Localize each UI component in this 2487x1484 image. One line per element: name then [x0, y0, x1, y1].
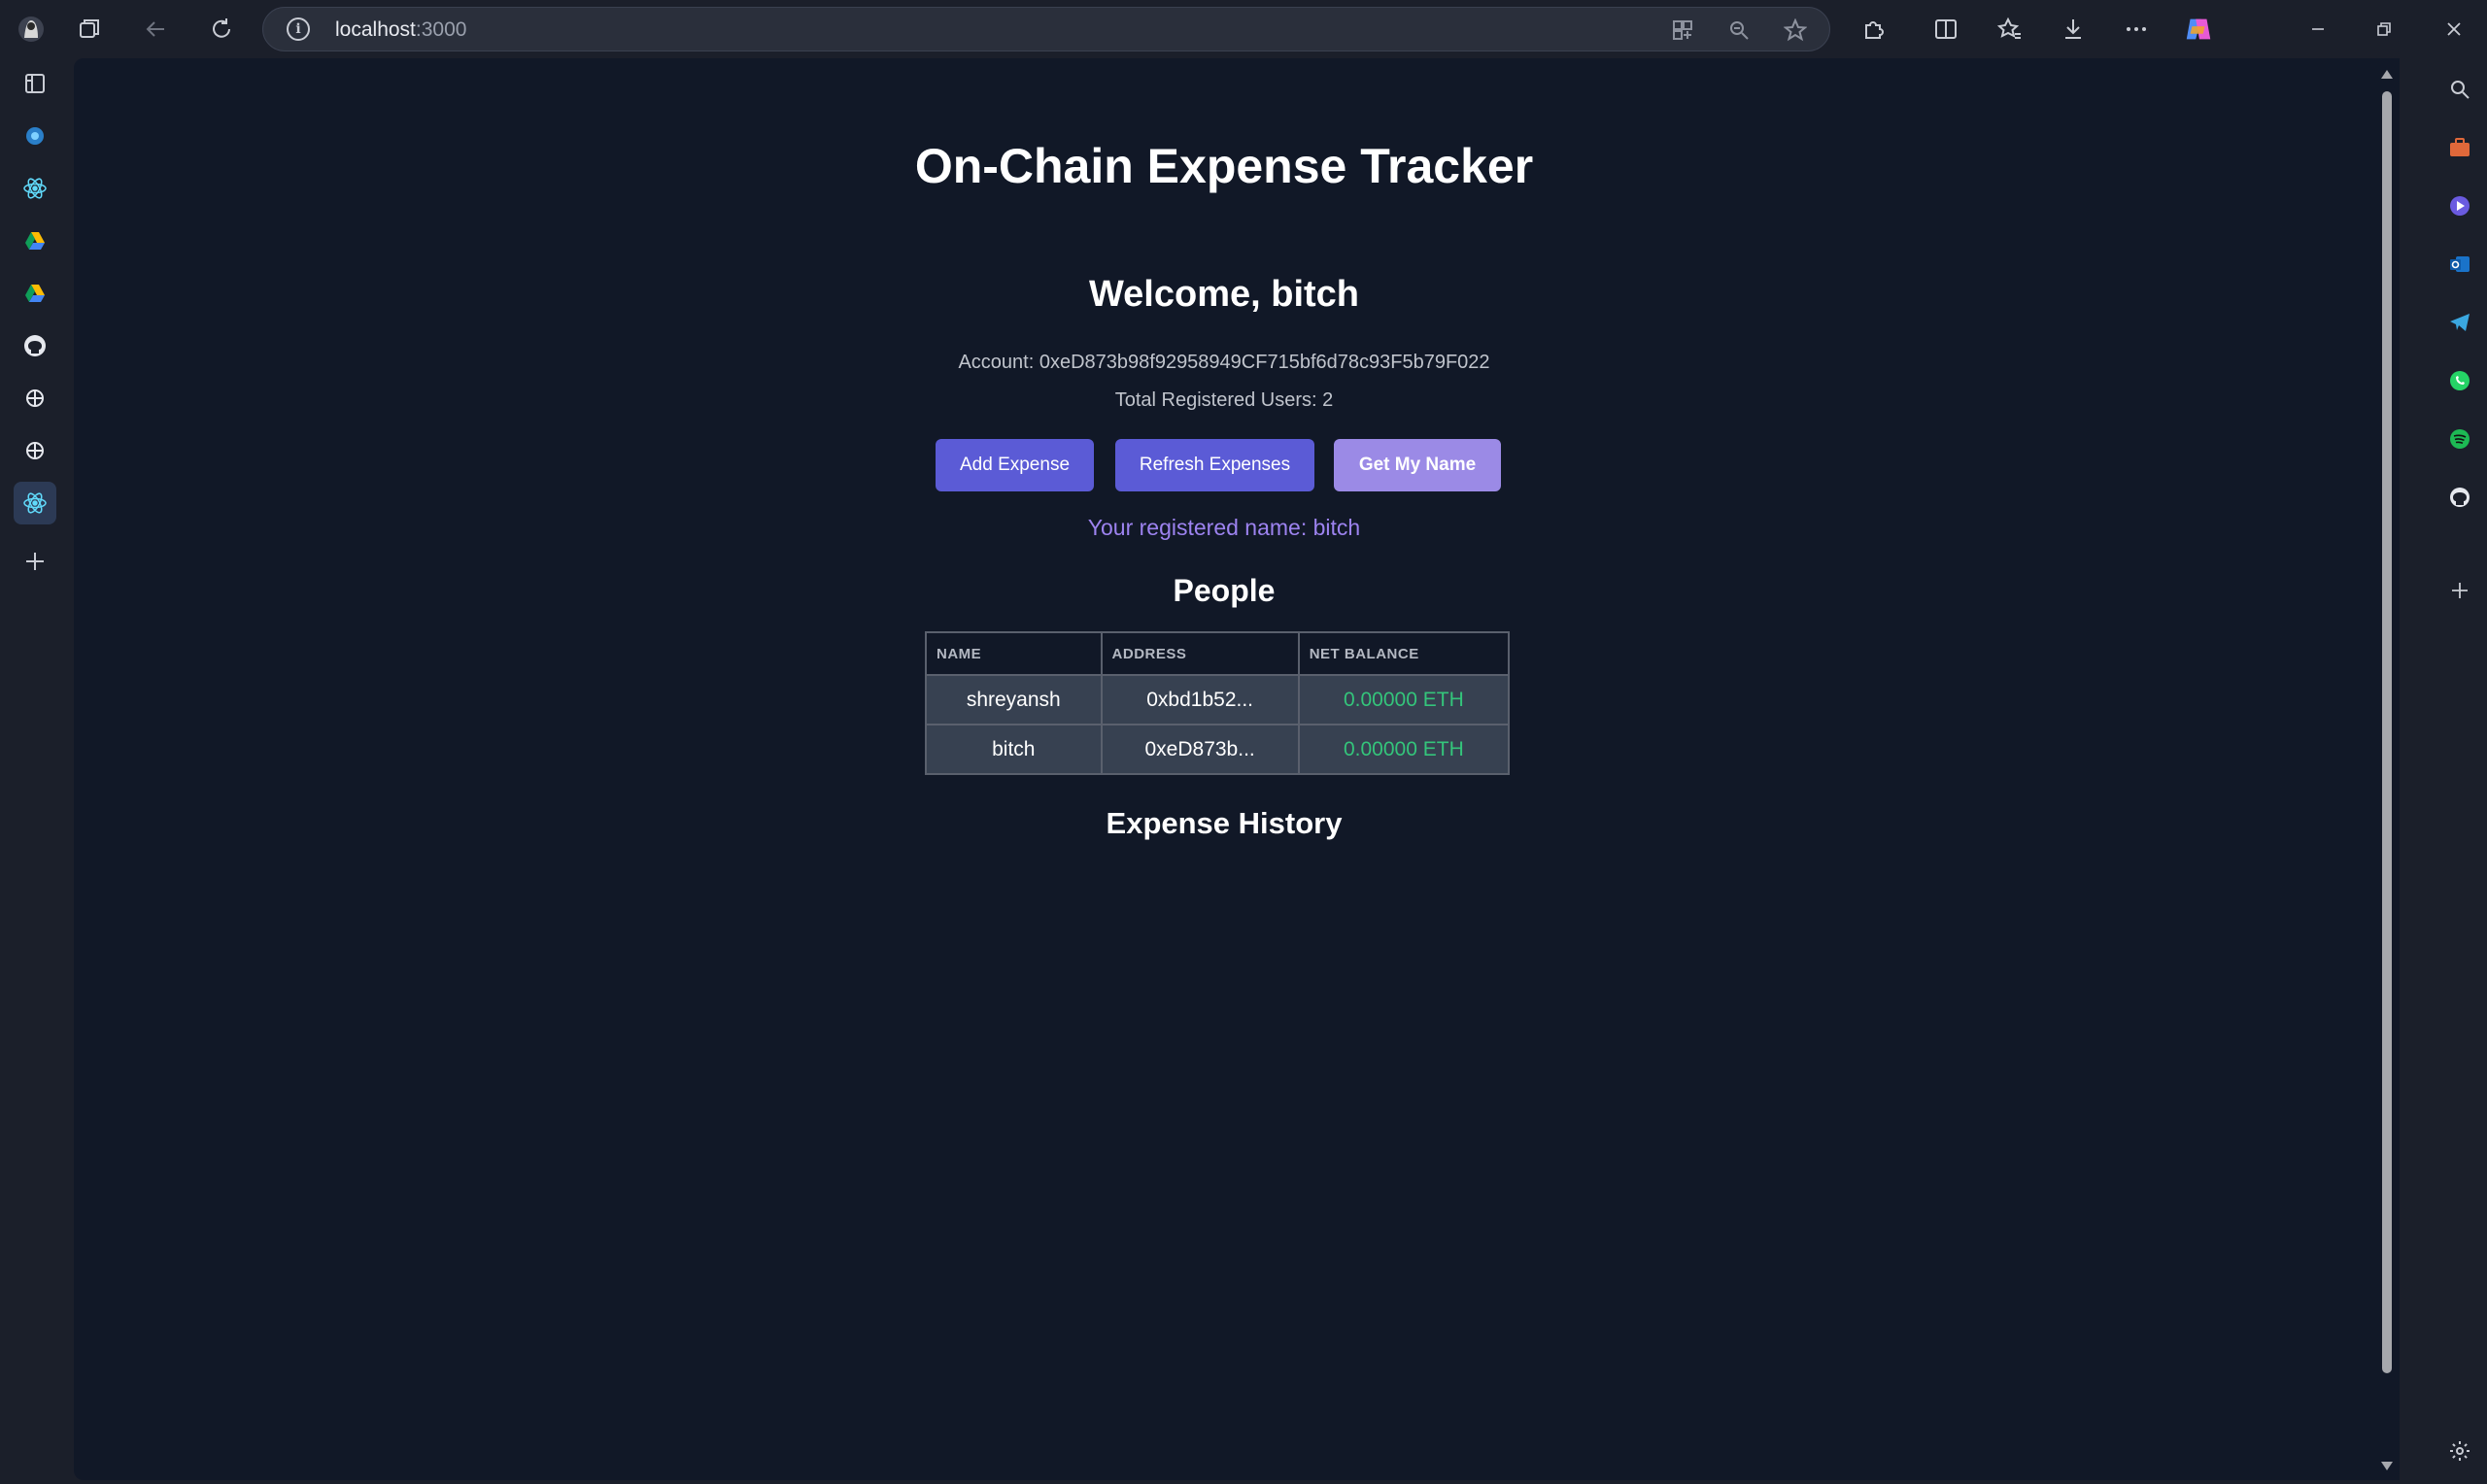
- column-header-address: ADDRESS: [1100, 631, 1300, 676]
- app-available-icon[interactable]: [1668, 16, 1697, 45]
- column-header-net-balance: NET BALANCE: [1297, 631, 1511, 676]
- browser-toolbar: i localhost:3000: [0, 0, 2487, 58]
- sidebar-settings-icon[interactable]: [2444, 1435, 2475, 1467]
- page-viewport: On-Chain Expense Tracker Welcome, bitch …: [74, 58, 2400, 1480]
- edge-sidebar: [2433, 58, 2487, 1484]
- tab-favicon-react-active-icon[interactable]: [14, 482, 56, 524]
- restore-icon[interactable]: [2368, 14, 2400, 45]
- person-address: 0xbd1b52...: [1100, 674, 1300, 725]
- tab-actions-icon[interactable]: [14, 62, 56, 105]
- column-header-name: NAME: [925, 631, 1103, 676]
- tab-favicon-network-icon[interactable]: [14, 115, 56, 157]
- new-tab-icon[interactable]: [14, 540, 56, 583]
- page-title: On-Chain Expense Tracker: [914, 139, 1534, 193]
- split-screen-icon[interactable]: [1930, 14, 1961, 45]
- outlook-icon[interactable]: [2444, 249, 2475, 280]
- copilot-icon[interactable]: [2183, 14, 2214, 45]
- telegram-icon[interactable]: [2444, 307, 2475, 338]
- refresh-icon[interactable]: [206, 14, 237, 45]
- copilot-app-icon[interactable]: [2444, 190, 2475, 221]
- get-my-name-button[interactable]: Get My Name: [1334, 439, 1501, 491]
- spotify-icon[interactable]: [2444, 423, 2475, 455]
- tab-favicon-react-icon[interactable]: [14, 167, 56, 210]
- profile-avatar[interactable]: [16, 14, 47, 45]
- table-row: bitch 0xeD873b... 0.00000 ETH: [925, 724, 1511, 775]
- person-address: 0xeD873b...: [1100, 724, 1300, 775]
- scroll-down-arrow-icon[interactable]: [2381, 1462, 2393, 1470]
- expense-history-heading: Expense History: [1106, 806, 1343, 840]
- page-scrollbar[interactable]: [2374, 58, 2400, 1480]
- scrollbar-thumb[interactable]: [2382, 91, 2392, 1373]
- tab-favicon-drive-icon-2[interactable]: [14, 272, 56, 315]
- workspaces-icon[interactable]: [75, 14, 106, 45]
- back-icon[interactable]: [140, 14, 171, 45]
- account-address: Account: 0xeD873b98f92958949CF715bf6d78c…: [958, 352, 1490, 373]
- tab-favicon-app-icon[interactable]: [14, 377, 56, 420]
- close-icon[interactable]: [2438, 14, 2470, 45]
- downloads-icon[interactable]: [2058, 14, 2089, 45]
- url-text[interactable]: localhost:3000: [335, 18, 466, 42]
- github-icon[interactable]: [2444, 482, 2475, 513]
- tools-briefcase-icon[interactable]: [2444, 132, 2475, 163]
- favorites-icon[interactable]: [1994, 14, 2026, 45]
- whatsapp-icon[interactable]: [2444, 365, 2475, 396]
- person-balance: 0.00000 ETH: [1297, 674, 1511, 725]
- minimize-icon[interactable]: [2302, 14, 2334, 45]
- favorite-star-icon[interactable]: [1781, 16, 1810, 45]
- table-row: shreyansh 0xbd1b52... 0.00000 ETH: [925, 674, 1511, 725]
- registered-name-text: Your registered name: bitch: [1087, 515, 1361, 540]
- scroll-up-arrow-icon[interactable]: [2381, 70, 2393, 79]
- people-heading: People: [1173, 573, 1276, 608]
- person-balance: 0.00000 ETH: [1297, 724, 1511, 775]
- site-info-icon[interactable]: i: [287, 17, 310, 41]
- extensions-icon[interactable]: [1858, 14, 1890, 45]
- tab-favicon-drive-icon[interactable]: [14, 219, 56, 262]
- add-app-icon[interactable]: [2444, 575, 2475, 606]
- tab-favicon-github-icon[interactable]: [14, 324, 56, 367]
- person-name: bitch: [925, 724, 1103, 775]
- add-expense-button[interactable]: Add Expense: [936, 439, 1094, 491]
- table-header-row: NAME ADDRESS NET BALANCE: [925, 631, 1511, 676]
- vertical-tab-strip: [0, 58, 74, 1484]
- welcome-heading: Welcome, bitch: [1088, 274, 1360, 315]
- people-table: NAME ADDRESS NET BALANCE shreyansh 0xbd1…: [925, 631, 1511, 775]
- zoom-icon[interactable]: [1724, 16, 1754, 45]
- tab-favicon-app-icon-2[interactable]: [14, 429, 56, 472]
- more-options-icon[interactable]: [2121, 14, 2152, 45]
- refresh-expenses-button[interactable]: Refresh Expenses: [1115, 439, 1314, 491]
- person-name: shreyansh: [925, 674, 1103, 725]
- total-users-count: Total Registered Users: 2: [1114, 389, 1334, 411]
- address-bar[interactable]: i localhost:3000: [262, 7, 1830, 51]
- search-icon[interactable]: [2444, 74, 2475, 105]
